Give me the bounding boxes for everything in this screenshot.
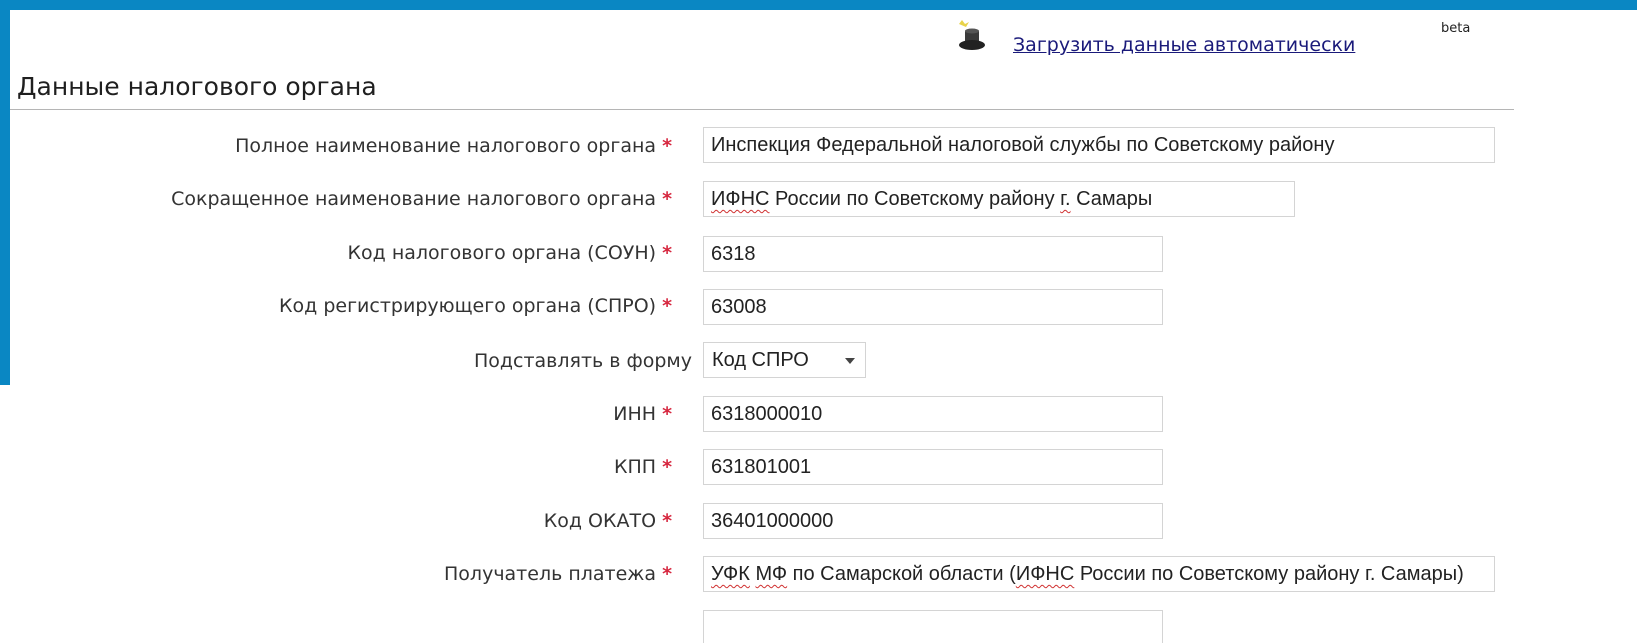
kpp-label: КПП * xyxy=(0,456,672,478)
kpp-label-text: КПП xyxy=(613,456,657,478)
required-mark: * xyxy=(662,403,672,425)
required-mark: * xyxy=(662,456,672,478)
soun-code-value: 6318 xyxy=(711,243,756,265)
recipient-value-part: МФ xyxy=(755,563,788,585)
recipient-value-part: ИФНС xyxy=(1015,563,1075,585)
short-name-value-part: ИФНС xyxy=(711,188,770,210)
soun-code-input[interactable]: 6318 xyxy=(703,236,1163,272)
full-name-label-text: Полное наименование налогового органа xyxy=(235,135,657,157)
spro-code-input[interactable]: 63008 xyxy=(703,289,1163,325)
top-frame-bar xyxy=(0,0,1637,10)
substitute-label: Подставлять в форму xyxy=(0,350,692,372)
required-mark: * xyxy=(662,563,672,585)
okato-label-text: Код ОКАТО xyxy=(543,510,657,532)
substitute-selected: Код СПРО xyxy=(712,349,809,371)
recipient-label: Получатель платежа * xyxy=(0,563,672,585)
next-field-input[interactable] xyxy=(703,610,1163,643)
recipient-value-part: по Самарской области ( xyxy=(787,563,1016,585)
recipient-value-part: УФК xyxy=(711,563,750,585)
soun-code-label-text: Код налогового органа (СОУН) xyxy=(347,242,657,264)
inn-value: 6318000010 xyxy=(711,403,823,425)
inn-label-text: ИНН xyxy=(613,403,657,425)
spro-code-value: 63008 xyxy=(711,296,767,318)
required-mark: * xyxy=(662,510,672,532)
chevron-down-icon xyxy=(845,358,855,364)
short-name-value-part: Самары xyxy=(1070,188,1153,210)
recipient-label-text: Получатель платежа xyxy=(444,563,657,585)
okato-value: 36401000000 xyxy=(711,510,834,532)
magic-hat-icon[interactable] xyxy=(955,18,987,54)
substitute-select[interactable]: Код СПРО xyxy=(703,342,866,378)
kpp-input[interactable]: 631801001 xyxy=(703,449,1163,485)
required-mark: * xyxy=(662,295,672,317)
short-name-label: Сокращенное наименование налогового орга… xyxy=(0,188,672,210)
soun-code-label: Код налогового органа (СОУН) * xyxy=(0,242,672,264)
auto-load-link[interactable]: Загрузить данные автоматически xyxy=(1013,34,1355,56)
spro-code-label-text: Код регистрирующего органа (СПРО) xyxy=(279,295,657,317)
full-name-value: Инспекция Федеральной налоговой службы п… xyxy=(711,134,1335,156)
short-name-label-text: Сокращенное наименование налогового орга… xyxy=(171,188,657,210)
required-mark: * xyxy=(662,135,672,157)
short-name-input[interactable]: ИФНС России по Советскому району г. Сама… xyxy=(703,181,1295,217)
okato-label: Код ОКАТО * xyxy=(0,510,672,532)
substitute-label-text: Подставлять в форму xyxy=(473,350,692,372)
short-name-value-part: г. xyxy=(1060,188,1071,210)
beta-badge: beta xyxy=(1441,21,1471,36)
short-name-value-part: России по Советскому району xyxy=(769,188,1061,210)
full-name-input[interactable]: Инспекция Федеральной налоговой службы п… xyxy=(703,127,1495,163)
inn-input[interactable]: 6318000010 xyxy=(703,396,1163,432)
okato-input[interactable]: 36401000000 xyxy=(703,503,1163,539)
recipient-input[interactable]: УФК МФ по Самарской области (ИФНС России… xyxy=(703,556,1495,592)
kpp-value: 631801001 xyxy=(711,456,812,478)
inn-label: ИНН * xyxy=(0,403,672,425)
required-mark: * xyxy=(662,188,672,210)
recipient-value-part: России по Советскому району г. Самары) xyxy=(1074,563,1464,585)
required-mark: * xyxy=(662,242,672,264)
full-name-label: Полное наименование налогового органа * xyxy=(0,135,672,157)
section-title: Данные налогового органа xyxy=(17,72,377,101)
spro-code-label: Код регистрирующего органа (СПРО) * xyxy=(0,295,672,317)
section-divider xyxy=(10,109,1514,110)
